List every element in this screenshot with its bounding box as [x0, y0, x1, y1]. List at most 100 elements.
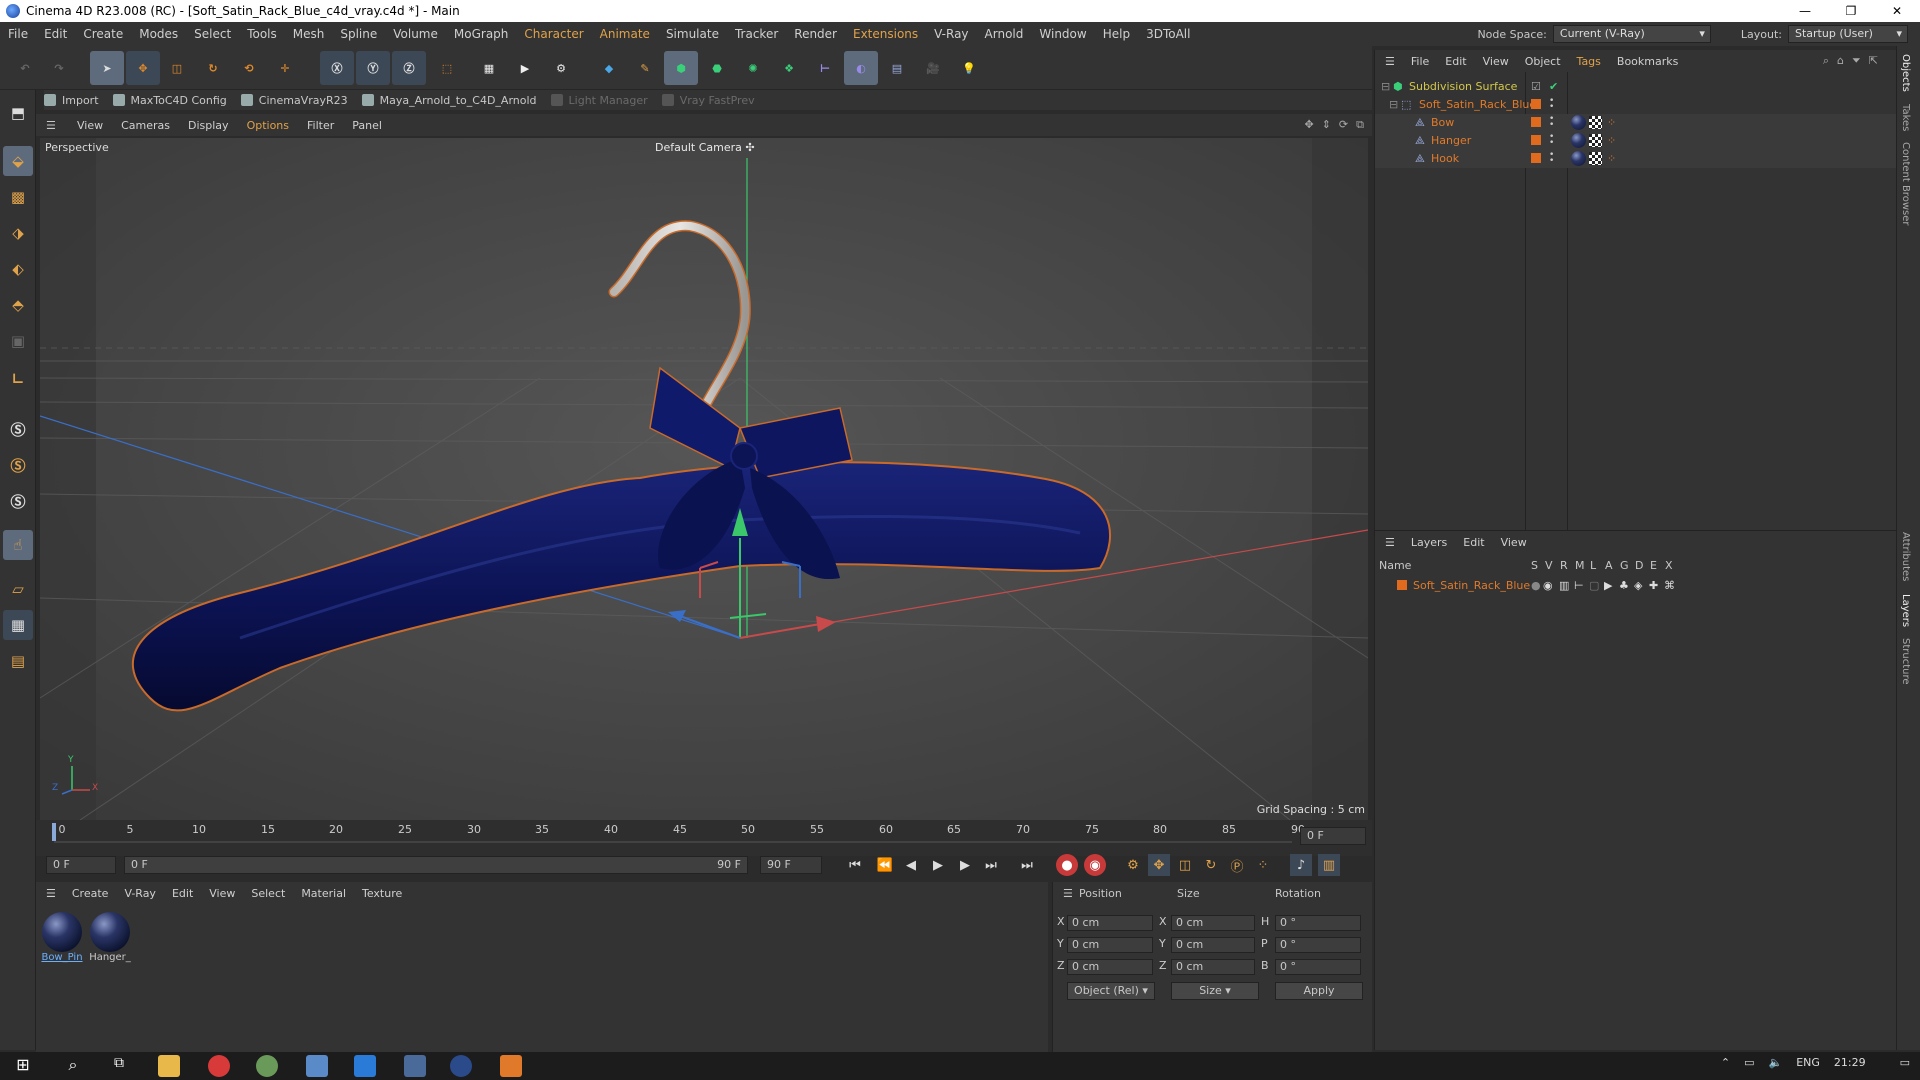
polygons-mode-icon[interactable]: ⬘ — [3, 290, 33, 320]
visibility-dots-icon[interactable]: • • — [1549, 133, 1554, 148]
menu-render[interactable]: Render — [786, 27, 845, 41]
z-axis-lock-icon[interactable]: Ⓩ — [392, 51, 426, 85]
menu-spline[interactable]: Spline — [332, 27, 385, 41]
menu-mesh[interactable]: Mesh — [285, 27, 333, 41]
layer-color-swatch[interactable] — [1397, 580, 1407, 590]
media-icon[interactable] — [404, 1055, 426, 1077]
maya-arnold-plugin[interactable]: Maya_Arnold_to_C4D_Arnold — [361, 94, 537, 107]
object-menu-bookmarks[interactable]: Bookmarks — [1609, 55, 1686, 68]
subdivision-surface-icon[interactable]: ⬢ — [664, 51, 698, 85]
x-axis-lock-icon[interactable]: Ⓧ — [320, 51, 354, 85]
app-orange-icon[interactable] — [500, 1055, 522, 1077]
node-space-dropdown[interactable]: Current (V-Ray) ▾ — [1552, 25, 1711, 43]
pan-view-icon[interactable]: ✥ — [1304, 118, 1313, 132]
import-plugin[interactable]: Import — [44, 94, 99, 107]
make-editable-icon[interactable]: ⬒ — [3, 98, 33, 128]
menu-volume[interactable]: Volume — [385, 27, 446, 41]
layers-menu-edit[interactable]: Edit — [1455, 536, 1492, 549]
points-mode-icon[interactable]: ⬗ — [3, 218, 33, 248]
recent-tools-icon[interactable]: ⟲ — [232, 51, 266, 85]
maximize-button[interactable]: ❐ — [1828, 0, 1874, 22]
rotate-view-icon[interactable]: ⟳ — [1339, 118, 1348, 132]
field-icon[interactable]: ◐ — [844, 51, 878, 85]
hamburger-icon[interactable]: ☰ — [1063, 887, 1073, 900]
paint-icon[interactable] — [256, 1055, 278, 1077]
snap-settings-icon[interactable]: Ⓢ — [3, 450, 33, 480]
timeline-window-icon[interactable]: ▥ — [1318, 854, 1340, 876]
key-position-icon[interactable]: ✥ — [1148, 854, 1170, 876]
minimize-button[interactable]: — — [1782, 0, 1828, 22]
object-row-hanger[interactable]: ⟁ Hanger • • ⁘ — [1375, 132, 1897, 150]
material-menu-edit[interactable]: Edit — [164, 887, 201, 900]
coordinate-system-icon[interactable]: ⬚ — [430, 51, 464, 85]
hamburger-icon[interactable]: ☰ — [1375, 536, 1403, 549]
position-x-field[interactable]: 0 cm — [1067, 915, 1153, 931]
task-view-icon[interactable]: ⧉ — [108, 1055, 130, 1077]
extrude-generator-icon[interactable]: ⬣ — [700, 51, 734, 85]
scale-tool-icon[interactable]: ◫ — [160, 51, 194, 85]
menu-character[interactable]: Character — [516, 27, 591, 41]
tab-takes[interactable]: Takes — [1900, 104, 1911, 131]
prev-key-icon[interactable]: ⏪ — [874, 854, 896, 876]
uvw-tag-icon[interactable] — [1589, 134, 1602, 147]
next-key-icon[interactable]: ⏭ — [980, 854, 1002, 876]
object-manager-search-icons[interactable]: ⌕⌂⏷⇱ — [1823, 54, 1886, 68]
uvw-tag-icon[interactable] — [1589, 116, 1602, 129]
record-keys-icon[interactable]: ● — [1056, 854, 1078, 876]
zoom-view-icon[interactable]: ⇕ — [1322, 118, 1331, 132]
notepad-icon[interactable] — [306, 1055, 328, 1077]
tab-structure[interactable]: Structure — [1900, 638, 1911, 685]
solo-icon[interactable]: Ⓢ — [3, 486, 33, 516]
object-menu-view[interactable]: View — [1475, 55, 1517, 68]
menu-mograph[interactable]: MoGraph — [446, 27, 517, 41]
menu-window[interactable]: Window — [1031, 27, 1094, 41]
object-menu-file[interactable]: File — [1403, 55, 1437, 68]
lock-icon[interactable]: ▢ — [1589, 579, 1599, 592]
render-clapper-icon[interactable]: ▥ — [1559, 579, 1569, 592]
selection-tag-icon[interactable]: ⁘ — [1607, 152, 1616, 165]
hamburger-icon[interactable]: ☰ — [36, 887, 64, 900]
goto-start-icon[interactable]: ⏮ — [844, 854, 866, 876]
tab-layers[interactable]: Layers — [1900, 594, 1911, 627]
key-rotation-icon[interactable]: ↻ — [1200, 854, 1222, 876]
close-button[interactable]: ✕ — [1874, 0, 1920, 22]
tab-attributes[interactable]: Attributes — [1900, 532, 1911, 581]
coordinate-mode-dropdown[interactable]: Object (Rel) ▾ — [1067, 982, 1155, 1000]
edit-checkbox-icon[interactable]: ☑ — [1531, 80, 1541, 93]
playhead[interactable] — [52, 823, 56, 841]
render-settings-icon[interactable]: ⚙ — [544, 51, 578, 85]
object-row-soft-satin-rack-blue[interactable]: ⊟ ⬚ Soft_Satin_Rack_Blue • • — [1375, 96, 1897, 114]
floor-environment-icon[interactable]: ▤ — [880, 51, 914, 85]
layer-color-swatch[interactable] — [1531, 153, 1541, 163]
menu-tools[interactable]: Tools — [239, 27, 285, 41]
frame-range-slider[interactable]: 0 F 90 F — [124, 856, 748, 874]
mograph-cloner-icon[interactable]: ❖ — [772, 51, 806, 85]
menu-arnold[interactable]: Arnold — [977, 27, 1032, 41]
cube-object-icon[interactable]: ◆ — [592, 51, 626, 85]
size-x-field[interactable]: 0 cm — [1171, 915, 1255, 931]
material-menu-view[interactable]: View — [201, 887, 243, 900]
menu-animate[interactable]: Animate — [592, 27, 658, 41]
tree-expand-icon[interactable]: ⊟ — [1389, 98, 1398, 111]
material-menu-texture[interactable]: Texture — [354, 887, 410, 900]
visibility-dots-icon[interactable]: • • — [1549, 97, 1554, 112]
eye-icon[interactable]: ◉ — [1543, 579, 1553, 592]
start-frame-field[interactable]: 0 F — [46, 856, 116, 874]
layer-row[interactable]: Soft_Satin_Rack_Blue ● ◉ ▥ ⊢ ▢ ▶ ♣ ◈ ✚ ⌘ — [1375, 577, 1897, 595]
visibility-dots-icon[interactable]: • • — [1549, 115, 1554, 130]
key-param-icon[interactable]: Ⓟ — [1226, 854, 1248, 876]
object-menu-tags[interactable]: Tags — [1569, 55, 1609, 68]
material-swatch-hanger[interactable]: Hanger_ — [88, 912, 132, 963]
move-tool-icon[interactable]: ✥ — [126, 51, 160, 85]
menu-tracker[interactable]: Tracker — [727, 27, 786, 41]
menu-modes[interactable]: Modes — [131, 27, 186, 41]
clock[interactable]: 21:29 — [1834, 1056, 1866, 1069]
key-pla-icon[interactable]: ⁘ — [1252, 854, 1274, 876]
material-menu-select[interactable]: Select — [243, 887, 293, 900]
material-tag-icon[interactable] — [1571, 115, 1586, 130]
object-row-subdivision-surface[interactable]: ⊟ ⬢ Subdivision Surface ☑ ✔ — [1375, 78, 1897, 96]
search-icon[interactable]: ⌕ — [62, 1055, 84, 1077]
expression-icon[interactable]: ✚ — [1649, 579, 1658, 592]
rotation-p-field[interactable]: 0 ° — [1275, 937, 1361, 953]
file-explorer-icon[interactable] — [158, 1055, 180, 1077]
